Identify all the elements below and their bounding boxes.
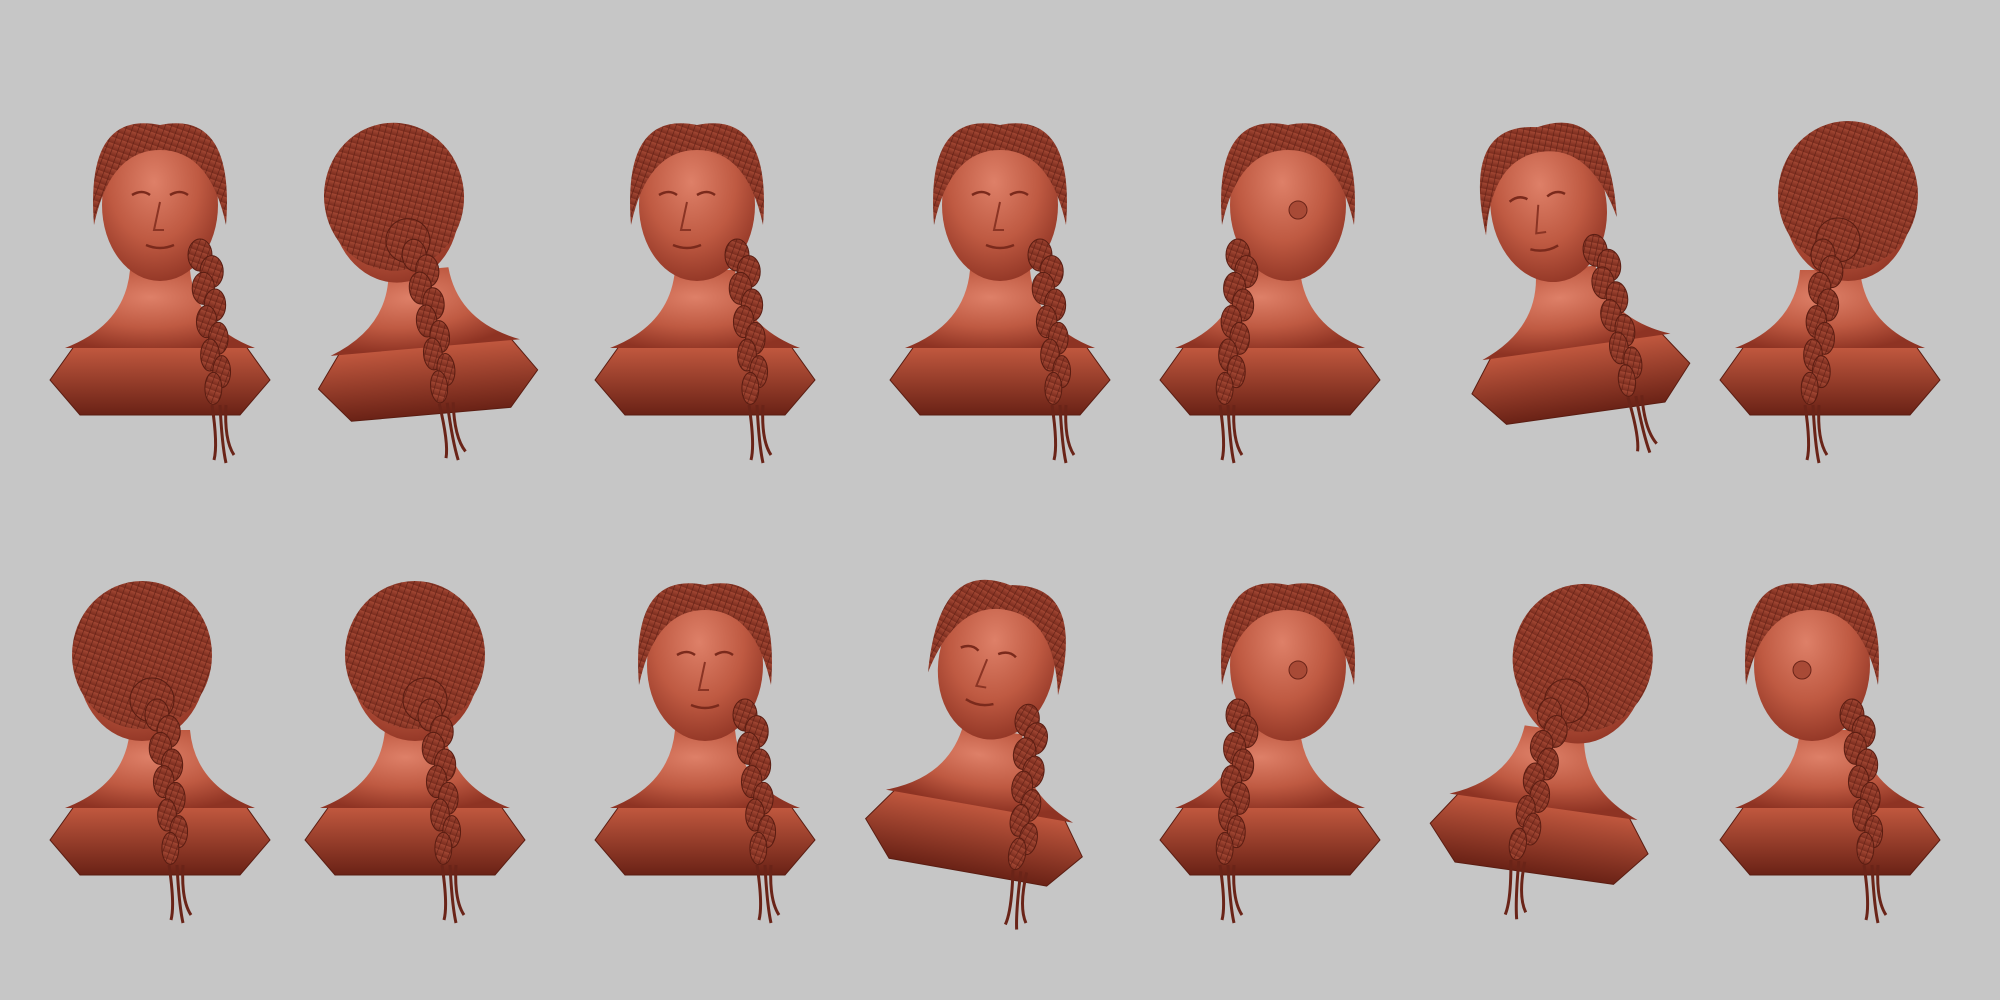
clay-bust-front-view-alt (889, 123, 1111, 464)
clay-bust-grid (49, 121, 1941, 930)
clay-bust-front-low-view (594, 583, 816, 924)
clay-bust-back-right-low-view (1429, 583, 1653, 920)
clay-bust-back-left-view (49, 581, 271, 924)
clay-bust-three-quarter-down-view (864, 579, 1083, 930)
clay-bust-three-quarter-left-up-view (1471, 122, 1691, 454)
clay-bust-right-profile-view (1159, 123, 1381, 464)
clay-bust-back-right-view (1719, 121, 1941, 464)
clay-bust-front-view (49, 123, 271, 464)
clay-bust-three-quarter-left-view (594, 123, 816, 464)
clay-bust-left-profile-back-view (317, 122, 539, 461)
clay-bust-back-view (304, 581, 526, 924)
clay-bust-left-profile-view (1719, 583, 1941, 924)
clay-bust-right-three-quarter-view (1159, 583, 1381, 924)
render-stage (0, 0, 2000, 1000)
